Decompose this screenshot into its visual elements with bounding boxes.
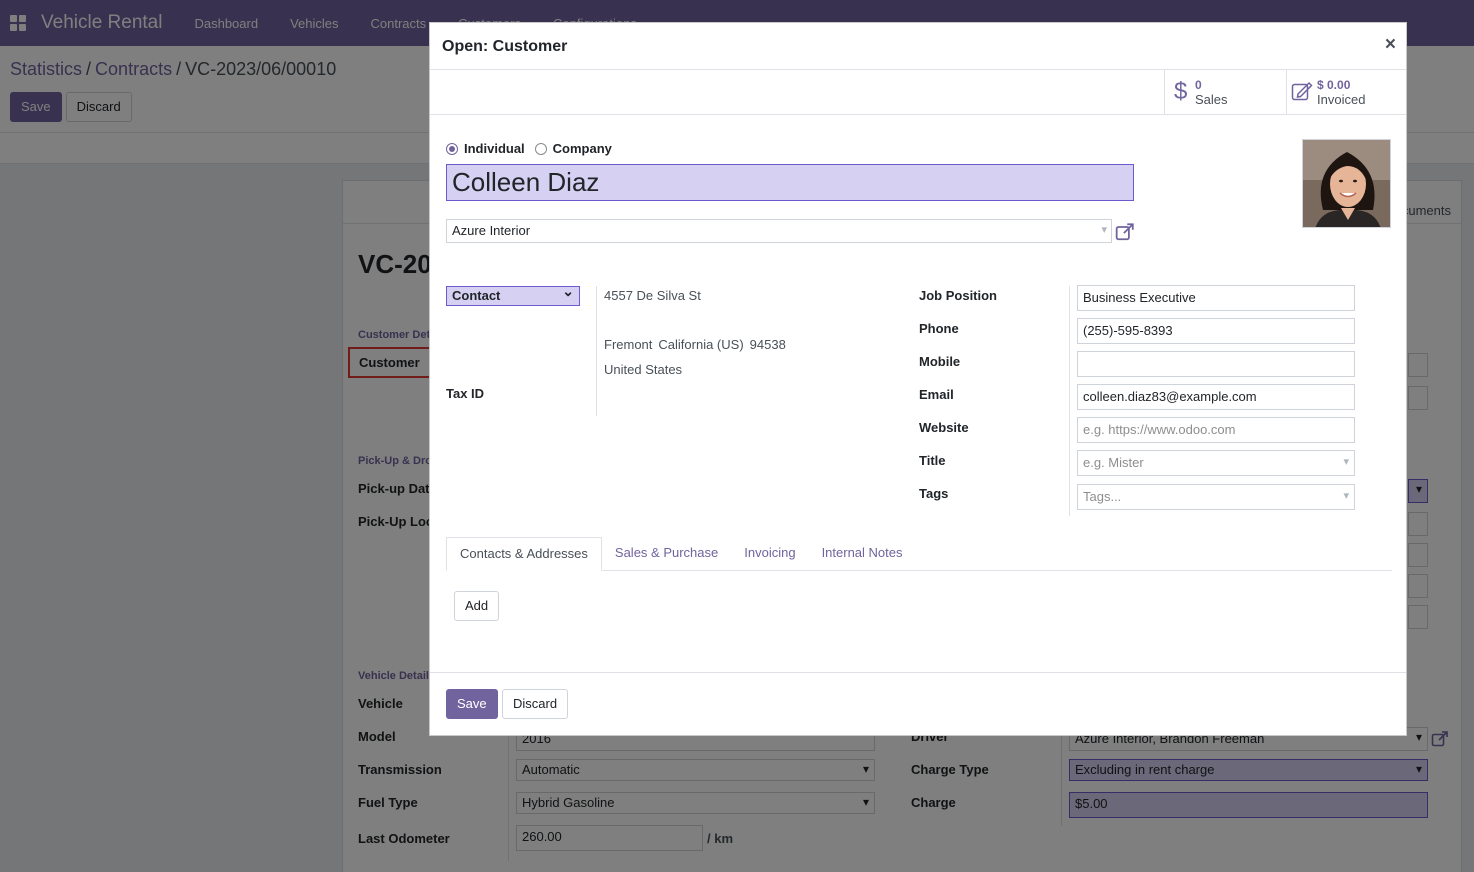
tab-sales-purchase[interactable]: Sales & Purchase — [602, 537, 731, 570]
sales-label: Sales — [1195, 91, 1228, 107]
radio-company[interactable]: Company — [534, 141, 612, 156]
dialog-title: Open: Customer — [442, 38, 568, 55]
invoiced-stat-button[interactable]: $ 0.00 Invoiced — [1286, 70, 1408, 114]
address-zip[interactable]: 94538 — [750, 337, 786, 352]
external-link-icon[interactable] — [1115, 222, 1135, 242]
tags-label: Tags — [919, 486, 949, 501]
radio-individual[interactable]: Individual — [446, 141, 525, 156]
address-country[interactable]: United States — [604, 362, 682, 377]
dollar-icon: $ — [1165, 78, 1195, 106]
address-state[interactable]: California (US) — [658, 337, 743, 352]
customer-dialog: Open: Customer × $ 0 Sales $ 0.00 Invoic… — [429, 22, 1407, 736]
tab-contacts-addresses[interactable]: Contacts & Addresses — [446, 537, 602, 571]
customer-avatar[interactable] — [1302, 139, 1391, 228]
sales-count: 0 — [1195, 77, 1202, 92]
mobile-input[interactable] — [1077, 351, 1355, 377]
customer-name-input[interactable]: Colleen Diaz — [446, 164, 1134, 201]
email-input[interactable]: colleen.diaz83@example.com — [1077, 384, 1355, 410]
dialog-save-button[interactable]: Save — [446, 689, 498, 719]
invoiced-label: Invoiced — [1317, 91, 1366, 107]
tags-input[interactable]: Tags... — [1077, 484, 1355, 510]
phone-label: Phone — [919, 321, 959, 336]
job-position-label: Job Position — [919, 288, 997, 303]
title-label: Title — [919, 453, 946, 468]
sales-stat-button[interactable]: $ 0 Sales — [1164, 70, 1286, 114]
job-position-input[interactable]: Business Executive — [1077, 285, 1355, 311]
tab-internal-notes[interactable]: Internal Notes — [809, 537, 916, 570]
pencil-square-icon — [1287, 81, 1317, 104]
dialog-footer: Save Discard — [430, 672, 1406, 736]
company-type-radio-group: Individual Company — [446, 141, 612, 156]
dialog-discard-button[interactable]: Discard — [502, 689, 569, 719]
email-label: Email — [919, 387, 954, 402]
mobile-label: Mobile — [919, 354, 961, 369]
invoiced-amount: $ 0.00 — [1317, 77, 1351, 92]
tax-id-label: Tax ID — [446, 386, 485, 401]
address-city-row: Fremont California (US) 94538 — [604, 337, 786, 352]
button-box: $ 0 Sales $ 0.00 Invoiced — [430, 70, 1406, 115]
phone-input[interactable]: (255)-595-8393 — [1077, 318, 1355, 344]
close-icon[interactable]: × — [1385, 34, 1396, 56]
svg-text:$: $ — [1174, 79, 1187, 103]
title-select[interactable]: e.g. Mister — [1077, 450, 1355, 476]
address-street[interactable]: 4557 De Silva St — [604, 288, 701, 303]
tab-invoicing[interactable]: Invoicing — [731, 537, 808, 570]
notebook-tabs: Contacts & Addresses Sales & Purchase In… — [446, 537, 1392, 571]
website-label: Website — [919, 420, 969, 435]
add-contact-button[interactable]: Add — [454, 591, 500, 621]
address-type-select[interactable]: Contact — [446, 283, 580, 306]
parent-company-select[interactable]: Azure Interior — [446, 219, 1112, 243]
address-city[interactable]: Fremont — [604, 337, 652, 352]
website-input[interactable]: e.g. https://www.odoo.com — [1077, 417, 1355, 443]
